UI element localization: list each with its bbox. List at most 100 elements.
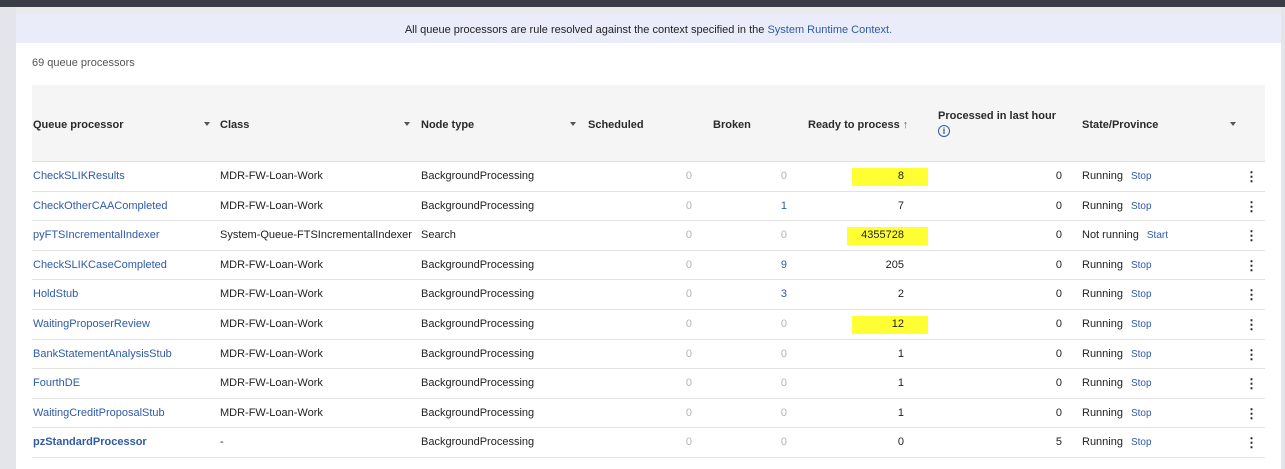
table-row[interactable]: pzStandardProcessor - BackgroundProcessing…: [32, 428, 1265, 458]
column-header-queue-processor[interactable]: Queue processor: [33, 85, 218, 162]
processed-last-hour-cell: 0: [1055, 199, 1062, 212]
scheduled-cell: 0: [685, 288, 692, 301]
column-header-broken[interactable]: Broken: [713, 85, 773, 162]
table-row[interactable]: BankStatementAnalysisStub MDR-FW-Loan-Wor…: [32, 340, 1265, 370]
queue-processor-link[interactable]: WaitingCreditProposalStub: [33, 399, 165, 428]
column-label: Broken: [713, 119, 751, 131]
stop-button[interactable]: Stop: [1131, 437, 1152, 448]
ready-to-process-cell: 1: [898, 340, 904, 369]
ready-value: 205: [885, 258, 904, 271]
caret-down-icon[interactable]: [204, 122, 210, 126]
highlight-marker: [852, 168, 928, 186]
table-row[interactable]: CheckSLIKCaseCompleted MDR-FW-Loan-Work Ba…: [32, 251, 1265, 281]
queue-processor-link[interactable]: HoldStub: [33, 280, 78, 309]
state-cell: Running Stop: [1082, 369, 1152, 398]
caret-down-icon[interactable]: [404, 122, 410, 126]
state-cell: Running Stop: [1082, 428, 1152, 457]
stop-button[interactable]: Stop: [1131, 201, 1152, 212]
ready-to-process-cell: 7: [898, 192, 904, 221]
processed-last-hour-cell: 5: [1055, 436, 1062, 449]
class-cell: MDR-FW-Loan-Work: [220, 377, 323, 390]
queue-processor-link[interactable]: FourthDE: [33, 369, 80, 398]
stop-button[interactable]: Stop: [1131, 171, 1152, 182]
stop-button[interactable]: Stop: [1131, 319, 1152, 330]
table-row[interactable]: pyFTSIncrementalIndexer System-Queue-FTSI…: [32, 221, 1265, 251]
column-label: Ready to process: [808, 119, 900, 131]
broken-count-link[interactable]: 3: [781, 280, 787, 309]
state-cell: Running Stop: [1082, 399, 1152, 428]
kebab-menu-icon[interactable]: ⋮: [1245, 162, 1258, 191]
ready-value: 1: [897, 347, 904, 360]
caret-down-icon[interactable]: [1230, 122, 1236, 126]
queue-processor-link[interactable]: BankStatementAnalysisStub: [33, 340, 172, 369]
node-type-cell: BackgroundProcessing: [421, 258, 535, 271]
banner-text: All queue processors are rule resolved a…: [404, 24, 768, 36]
scheduled-cell: 0: [685, 199, 692, 212]
column-header-scheduled[interactable]: Scheduled: [588, 85, 688, 162]
column-header-ready-to-process[interactable]: Ready to process ↑: [808, 85, 928, 162]
queue-processor-link[interactable]: WaitingProposerReview: [33, 310, 150, 339]
kebab-menu-icon[interactable]: ⋮: [1245, 192, 1258, 221]
queue-processor-link[interactable]: pzStandardProcessor: [33, 428, 147, 457]
state-text: Not running: [1082, 229, 1139, 242]
broken-count-link[interactable]: 9: [781, 251, 787, 280]
right-gutter: [1281, 7, 1285, 469]
class-cell: MDR-FW-Loan-Work: [220, 288, 323, 301]
column-label: Scheduled: [588, 119, 644, 131]
column-header-state[interactable]: State/Province: [1082, 85, 1242, 162]
kebab-menu-icon[interactable]: ⋮: [1245, 340, 1258, 369]
node-type-cell: BackgroundProcessing: [421, 377, 535, 390]
column-header-class[interactable]: Class: [220, 85, 415, 162]
column-header-node-type[interactable]: Node type: [421, 85, 591, 162]
start-button[interactable]: Start: [1147, 230, 1168, 241]
queue-processors-panel: 69 queue processors Queue processor Clas…: [16, 43, 1281, 469]
column-label: Queue processor: [33, 119, 124, 131]
processed-last-hour-cell: 0: [1055, 288, 1062, 301]
broken-count-cell: 0: [780, 436, 787, 449]
state-cell: Not running Start: [1082, 221, 1168, 250]
table-row[interactable]: FourthDE MDR-FW-Loan-Work BackgroundProces…: [32, 369, 1265, 399]
kebab-menu-icon[interactable]: ⋮: [1245, 428, 1258, 457]
queue-processor-link[interactable]: CheckSLIKResults: [33, 162, 125, 191]
column-label: Node type: [421, 119, 475, 131]
stop-button[interactable]: Stop: [1131, 260, 1152, 271]
node-type-cell: BackgroundProcessing: [421, 436, 535, 449]
state-cell: Running Stop: [1082, 162, 1152, 191]
stop-button[interactable]: Stop: [1131, 378, 1152, 389]
stop-button[interactable]: Stop: [1131, 349, 1152, 360]
system-runtime-context-link[interactable]: System Runtime Context.: [767, 24, 892, 36]
broken-count-cell: 0: [780, 347, 787, 360]
table-row[interactable]: HoldStub MDR-FW-Loan-Work BackgroundProces…: [32, 280, 1265, 310]
column-header-processed-last-hour[interactable]: Processed in last hour i: [938, 85, 1073, 162]
kebab-menu-icon[interactable]: ⋮: [1245, 399, 1258, 428]
state-text: Running: [1082, 377, 1123, 390]
stop-button[interactable]: Stop: [1131, 408, 1152, 419]
kebab-menu-icon[interactable]: ⋮: [1245, 251, 1258, 280]
scheduled-cell: 0: [685, 377, 692, 390]
stop-button[interactable]: Stop: [1131, 289, 1152, 300]
top-bar: [0, 0, 1285, 7]
table-row[interactable]: CheckSLIKResults MDR-FW-Loan-Work Backgrou…: [32, 162, 1265, 192]
caret-down-icon[interactable]: [570, 122, 576, 126]
processed-last-hour-cell: 0: [1055, 170, 1062, 182]
queue-processor-link[interactable]: CheckOtherCAACompleted: [33, 192, 168, 221]
table-row[interactable]: WaitingCreditProposalStub MDR-FW-Loan-Wor…: [32, 399, 1265, 429]
queue-processor-link[interactable]: pyFTSIncrementalIndexer: [33, 221, 160, 250]
queue-processor-link[interactable]: CheckSLIKCaseCompleted: [33, 251, 167, 280]
table-row[interactable]: CheckOtherCAACompleted MDR-FW-Loan-Work Ba…: [32, 192, 1265, 222]
scheduled-cell: 0: [685, 347, 692, 360]
arrow-up-icon[interactable]: ↑: [903, 119, 909, 131]
kebab-menu-icon[interactable]: ⋮: [1245, 310, 1258, 339]
kebab-menu-icon[interactable]: ⋮: [1245, 280, 1258, 309]
scheduled-cell: 0: [685, 258, 692, 271]
kebab-menu-icon[interactable]: ⋮: [1245, 369, 1258, 398]
ready-to-process-cell: 2: [898, 280, 904, 309]
broken-count-cell: 0: [780, 377, 787, 390]
ready-to-process-cell: 4355728: [861, 221, 904, 250]
processed-last-hour-cell: 0: [1055, 406, 1062, 419]
info-circle-icon[interactable]: i: [938, 125, 950, 137]
broken-count-link[interactable]: 1: [781, 192, 787, 221]
class-cell: MDR-FW-Loan-Work: [220, 406, 323, 419]
table-row[interactable]: WaitingProposerReview MDR-FW-Loan-Work Bac…: [32, 310, 1265, 340]
kebab-menu-icon[interactable]: ⋮: [1245, 221, 1258, 250]
